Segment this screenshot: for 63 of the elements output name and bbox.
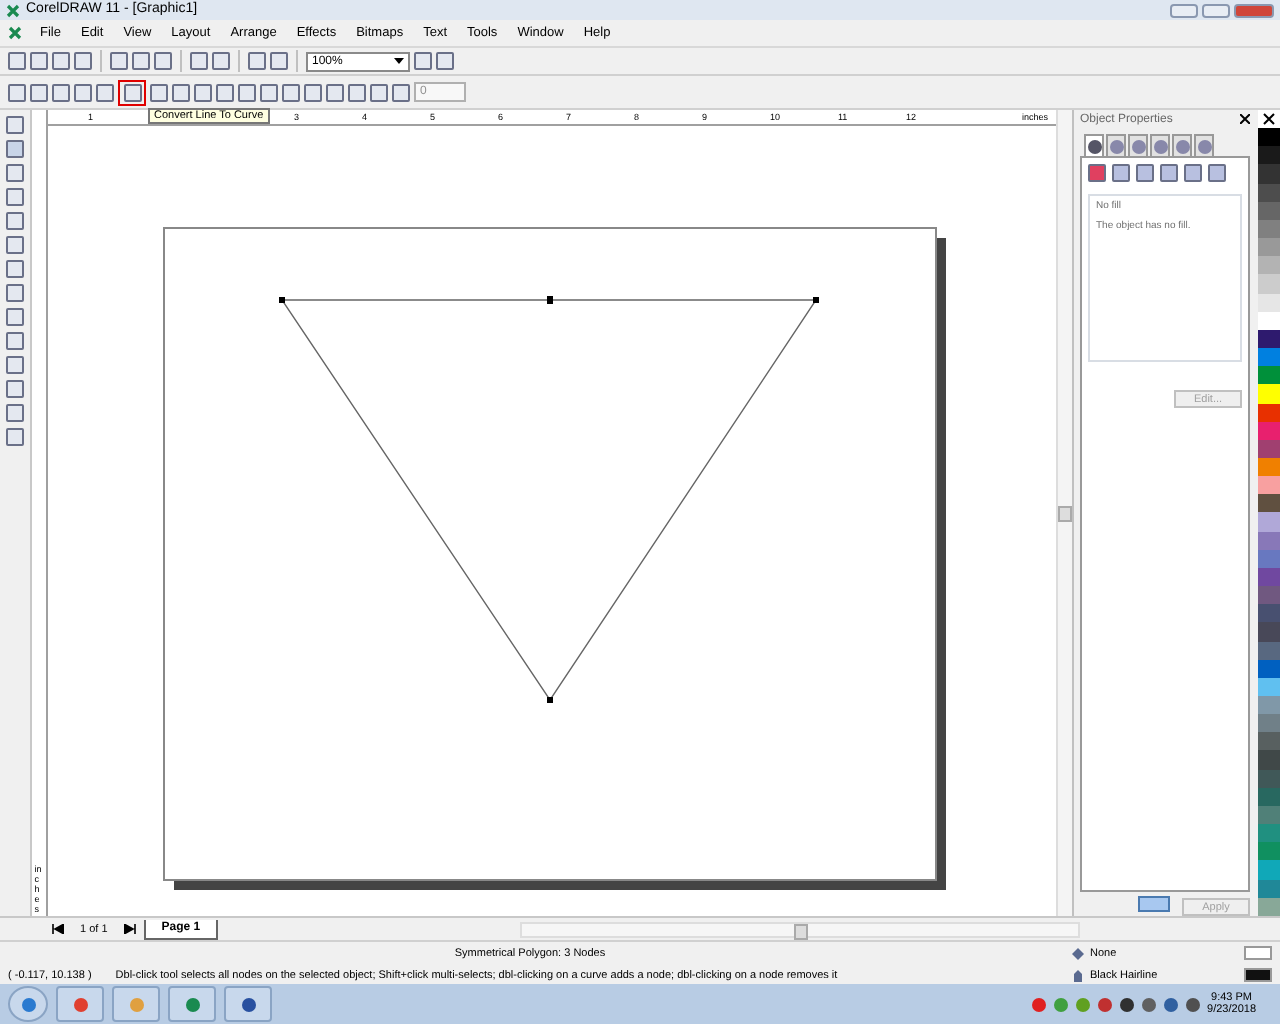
color-swatch[interactable] <box>1257 311 1279 330</box>
color-swatch[interactable] <box>1257 256 1279 275</box>
color-swatch[interactable] <box>1257 567 1279 587</box>
browser-icon[interactable] <box>56 986 104 1022</box>
color-swatch[interactable] <box>1257 641 1279 660</box>
color-swatch[interactable] <box>1257 659 1279 678</box>
app-logo-icon <box>6 3 20 17</box>
color-swatch[interactable] <box>1257 805 1279 825</box>
color-swatch[interactable] <box>1257 128 1279 147</box>
fill-swatch <box>1244 946 1272 960</box>
color-swatch[interactable] <box>1257 403 1279 422</box>
color-swatch[interactable] <box>1257 879 1279 898</box>
color-swatch[interactable] <box>1257 457 1279 477</box>
app-logo-icon <box>8 26 22 40</box>
color-swatch[interactable] <box>1257 787 1279 806</box>
color-swatch[interactable] <box>1257 366 1279 385</box>
color-swatch[interactable] <box>1257 421 1279 440</box>
color-swatch[interactable] <box>1257 677 1279 696</box>
color-swatch[interactable] <box>1257 622 1279 642</box>
color-swatch[interactable] <box>1257 824 1279 843</box>
color-swatch[interactable] <box>1257 183 1279 202</box>
color-swatch[interactable] <box>1257 714 1279 733</box>
color-swatch[interactable] <box>1257 512 1279 532</box>
horizontal-scrollbar[interactable] <box>520 921 1080 937</box>
last-page-icon[interactable] <box>123 924 136 934</box>
color-swatch[interactable] <box>1257 531 1279 550</box>
scroll-thumb[interactable] <box>1058 505 1072 521</box>
color-swatch[interactable] <box>1257 439 1279 458</box>
color-swatch[interactable] <box>1257 586 1279 605</box>
color-swatch[interactable] <box>1257 750 1279 770</box>
color-swatch[interactable] <box>1257 604 1279 623</box>
minimize-button[interactable] <box>1170 3 1198 17</box>
color-swatch[interactable] <box>1257 329 1279 349</box>
start-button[interactable] <box>8 986 48 1022</box>
color-swatch[interactable] <box>1257 549 1279 568</box>
color-swatch[interactable] <box>1257 110 1279 129</box>
color-swatch[interactable] <box>1257 293 1279 312</box>
outline-swatch <box>1244 968 1272 982</box>
color-swatch[interactable] <box>1257 219 1279 239</box>
color-swatch[interactable] <box>1257 146 1279 165</box>
color-swatch[interactable] <box>1257 696 1279 715</box>
first-page-icon[interactable] <box>52 924 64 934</box>
caret-icon <box>394 58 404 64</box>
cross-icon <box>1261 112 1275 127</box>
color-swatch[interactable] <box>1257 732 1279 751</box>
scroll-thumb[interactable] <box>793 923 807 939</box>
color-swatch[interactable] <box>1257 274 1279 294</box>
close-button[interactable] <box>1234 3 1274 17</box>
color-swatch[interactable] <box>1257 384 1279 403</box>
color-swatch[interactable] <box>1257 860 1279 880</box>
color-swatch[interactable] <box>1257 494 1279 513</box>
vertical-scrollbar[interactable] <box>1056 110 1072 916</box>
panel-tab[interactable] <box>1084 134 1104 156</box>
color-swatch[interactable] <box>1257 897 1279 916</box>
color-swatch[interactable] <box>1257 164 1279 184</box>
maximize-button[interactable] <box>1202 3 1230 17</box>
color-swatch[interactable] <box>1257 842 1279 861</box>
color-swatch[interactable] <box>1257 348 1279 367</box>
color-swatch[interactable] <box>1257 769 1279 788</box>
color-swatch[interactable] <box>1257 238 1279 257</box>
lock-button[interactable] <box>1138 896 1170 912</box>
color-swatch[interactable] <box>1257 201 1279 220</box>
color-swatch[interactable] <box>1257 476 1279 495</box>
